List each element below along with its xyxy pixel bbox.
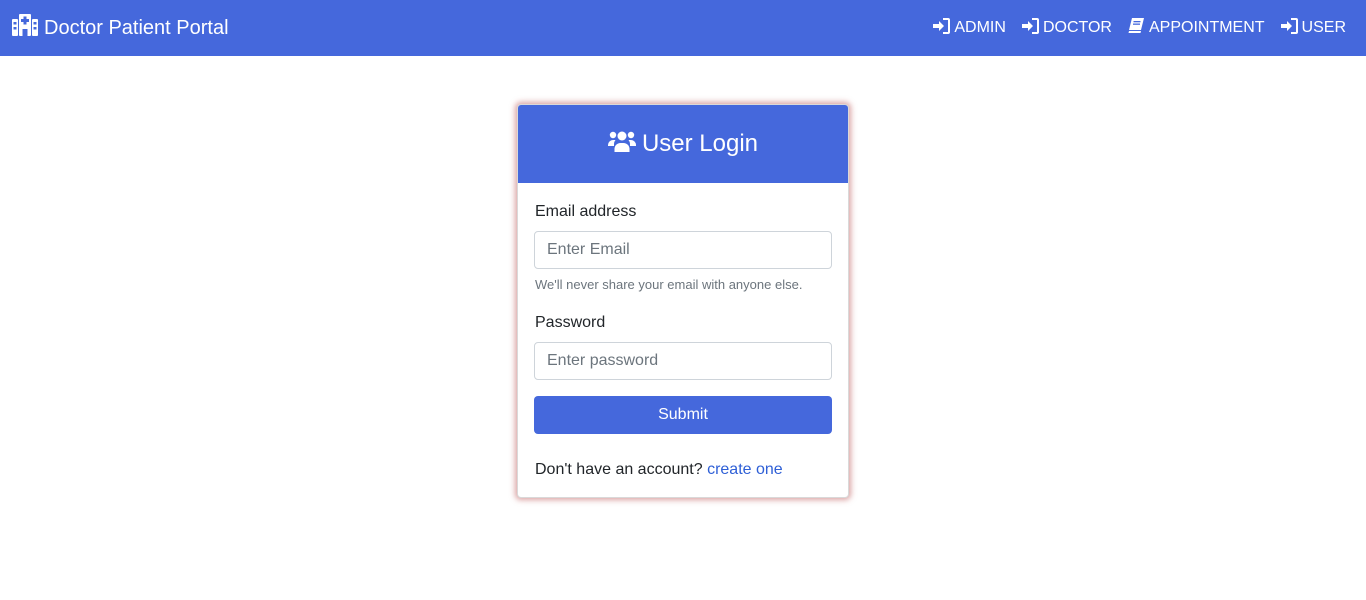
sign-in-icon: [933, 17, 951, 39]
sign-in-icon: [1021, 17, 1039, 39]
users-icon: [607, 129, 636, 160]
top-navbar: Doctor Patient Portal ADMIN DOCTOR APPOI…: [0, 0, 1366, 56]
password-field[interactable]: [534, 342, 832, 380]
nav-link-user[interactable]: USER: [1280, 17, 1346, 39]
brand-title: Doctor Patient Portal: [44, 16, 229, 39]
login-title: User Login: [641, 130, 759, 157]
email-field[interactable]: [534, 231, 832, 269]
book-icon: [1128, 17, 1145, 39]
password-label: Password: [535, 314, 606, 331]
nav-link-label: USER: [1301, 19, 1346, 36]
login-form: Email address We'll never share your ema…: [518, 183, 848, 497]
nav-link-label: DOCTOR: [1042, 19, 1112, 36]
brand-link[interactable]: Doctor Patient Portal: [12, 14, 229, 42]
email-label: Email address: [535, 203, 637, 220]
nav-link-admin[interactable]: ADMIN: [933, 17, 1006, 39]
create-account-link[interactable]: create one: [707, 461, 783, 478]
hospital-icon: [12, 14, 38, 42]
nav-link-label: ADMIN: [954, 19, 1006, 36]
login-card: User Login Email address We'll never sha…: [517, 104, 849, 498]
signup-prompt-text: Don't have an account?: [535, 461, 703, 478]
nav-link-appointment[interactable]: APPOINTMENT: [1128, 17, 1265, 39]
login-card-header: User Login: [518, 105, 848, 183]
nav-links: ADMIN DOCTOR APPOINTMENT USER: [933, 17, 1346, 39]
signup-prompt: Don't have an account? create one: [535, 461, 783, 479]
email-help-text: We'll never share your email with anyone…: [535, 277, 803, 292]
sign-in-icon: [1280, 17, 1298, 39]
nav-link-doctor[interactable]: DOCTOR: [1021, 17, 1112, 39]
submit-button[interactable]: Submit: [534, 396, 832, 434]
nav-link-label: APPOINTMENT: [1148, 19, 1265, 36]
